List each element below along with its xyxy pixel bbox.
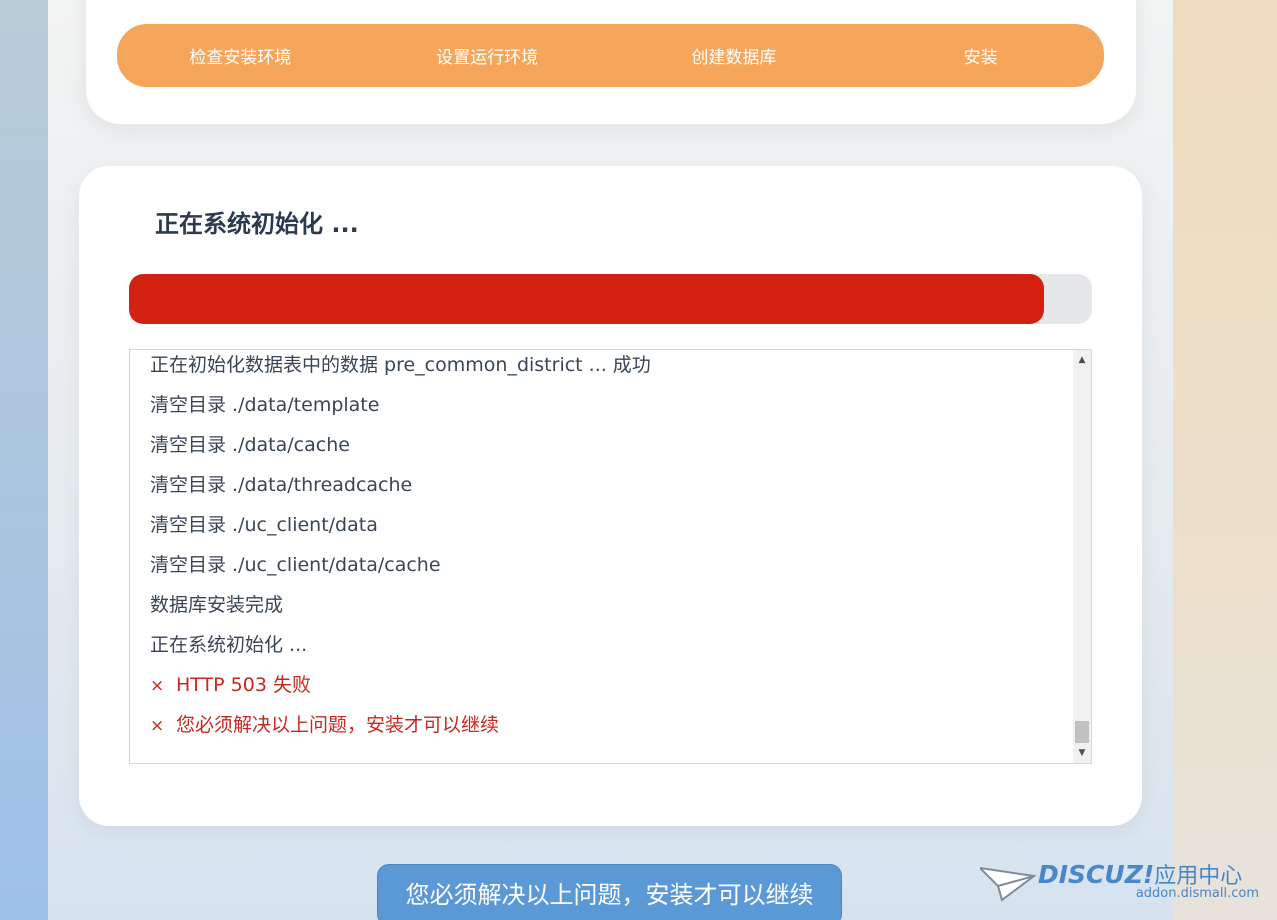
install-log[interactable]: 正在初始化数据表中的数据 pre_common_district ... 成功清…: [129, 349, 1092, 764]
page-edge-right: [1173, 0, 1277, 920]
log-line-text: 您必须解决以上问题，安装才可以继续: [176, 714, 500, 736]
install-steps-bar: 检查安装环境 设置运行环境 创建数据库 安装: [117, 24, 1104, 87]
watermark-brand-en: DISCUZ!: [1038, 860, 1155, 889]
log-line: 清空目录 ./uc_client/data/cache: [150, 550, 1069, 590]
error-x-icon: ×: [150, 716, 165, 736]
log-line-text: 清空目录 ./uc_client/data: [150, 514, 378, 536]
step-install: 安装: [963, 48, 998, 68]
log-scrollbar[interactable]: ▲ ▼: [1073, 350, 1091, 763]
continue-button[interactable]: 您必须解决以上问题，安装才可以继续: [377, 864, 842, 920]
discuz-watermark: DISCUZ!应用中心 addon.dismall.com: [980, 858, 1265, 908]
step-check-environment: 检查安装环境: [189, 48, 292, 68]
error-x-icon: ×: [150, 676, 165, 696]
log-line: 正在系统初始化 ...: [150, 630, 1069, 670]
page-title: 正在系统初始化 ...: [155, 210, 359, 238]
step-runtime-settings: 设置运行环境: [436, 48, 539, 68]
scroll-up-arrow-icon[interactable]: ▲: [1073, 352, 1091, 368]
log-line-error: × HTTP 503 失败: [150, 670, 1069, 710]
step-create-database: 创建数据库: [691, 48, 777, 68]
scroll-thumb[interactable]: [1075, 721, 1089, 743]
log-line-text: 清空目录 ./data/cache: [150, 434, 350, 456]
log-line-text: 正在系统初始化 ...: [150, 634, 308, 656]
log-line: 数据库安装完成: [150, 590, 1069, 630]
progress-bar: [129, 274, 1092, 324]
paper-plane-icon: [980, 866, 1036, 902]
watermark-url: addon.dismall.com: [1135, 886, 1259, 901]
log-line-text: HTTP 503 失败: [176, 674, 311, 696]
log-line: 正在初始化数据表中的数据 pre_common_district ... 成功: [150, 350, 1069, 390]
log-line-text: 清空目录 ./data/threadcache: [150, 474, 413, 496]
log-line-text: 数据库安装完成: [150, 594, 284, 616]
log-line-text: 正在初始化数据表中的数据 pre_common_district ... 成功: [150, 354, 651, 376]
progress-fill: [129, 274, 1044, 324]
page-edge-left: [0, 0, 48, 920]
log-line-text: 清空目录 ./data/template: [150, 394, 380, 416]
log-line-error: × 您必须解决以上问题，安装才可以继续: [150, 710, 1069, 750]
log-list: 正在初始化数据表中的数据 pre_common_district ... 成功清…: [150, 350, 1069, 750]
log-line: 清空目录 ./data/threadcache: [150, 470, 1069, 510]
log-line-text: 清空目录 ./uc_client/data/cache: [150, 554, 441, 576]
scroll-down-arrow-icon[interactable]: ▼: [1073, 745, 1091, 761]
log-line: 清空目录 ./data/cache: [150, 430, 1069, 470]
log-line: 清空目录 ./uc_client/data: [150, 510, 1069, 550]
log-line: 清空目录 ./data/template: [150, 390, 1069, 430]
